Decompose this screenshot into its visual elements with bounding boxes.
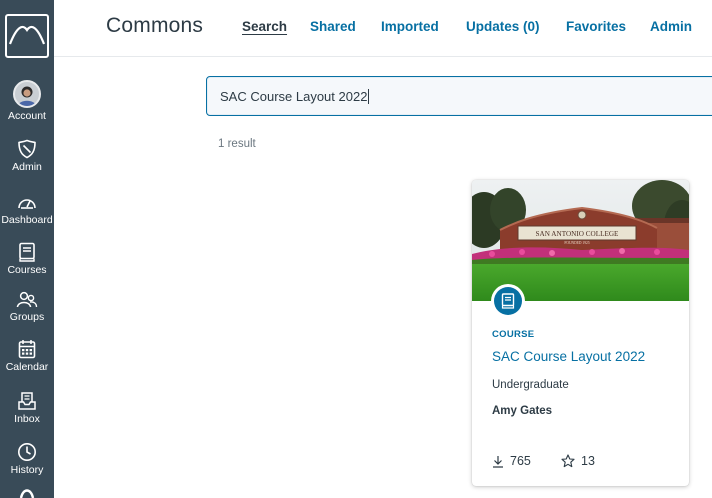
resource-title-link[interactable]: SAC Course Layout 2022 (492, 349, 645, 364)
app-title: Commons (106, 14, 204, 37)
clock-icon (18, 443, 36, 461)
nav-courses[interactable]: Courses (0, 242, 54, 276)
avatar (13, 80, 41, 108)
dashboard-icon (18, 199, 36, 209)
logo[interactable] (5, 14, 49, 58)
course-thumbnail[interactable]: SAN ANTONIO COLLEGE FOUNDED 1925 (472, 180, 689, 301)
download-icon (493, 455, 503, 468)
search-input-value: SAC Course Layout 2022 (220, 89, 370, 104)
sign-text: SAN ANTONIO COLLEGE (536, 230, 620, 238)
download-count-value: 765 (510, 454, 531, 468)
tab-updates[interactable]: Updates (0) (466, 19, 540, 34)
nav-label: Courses (7, 264, 47, 276)
favorite-count-value: 13 (581, 454, 595, 468)
header: Commons Search Shared Imported Updates (… (54, 0, 712, 57)
resource-type: COURSE (492, 329, 535, 340)
inbox-icon (18, 392, 36, 410)
nav-label: Account (8, 110, 46, 122)
tab-shared[interactable]: Shared (310, 19, 356, 34)
download-count: 765 (492, 454, 531, 468)
text-caret (368, 89, 370, 104)
more-icon (19, 489, 35, 498)
nav-label: Calendar (5, 361, 49, 373)
favorite-count[interactable]: 13 (561, 454, 595, 468)
sign-subtext: FOUNDED 1925 (564, 241, 589, 245)
nav-more[interactable] (0, 486, 54, 498)
resource-subtitle: Undergraduate (492, 379, 569, 391)
calendar-icon (18, 340, 36, 359)
nav-admin[interactable]: Admin (0, 139, 54, 173)
results-count: 1 result (218, 138, 256, 150)
global-nav: Account Admin Dashboard Courses Groups C… (0, 0, 54, 498)
course-badge (491, 284, 525, 318)
nav-history[interactable]: History (0, 442, 54, 476)
nav-inbox[interactable]: Inbox (0, 391, 54, 425)
nav-label: Inbox (14, 413, 40, 425)
shield-icon (18, 139, 36, 159)
nav-label: Admin (12, 161, 42, 173)
college-sign-image: SAN ANTONIO COLLEGE FOUNDED 1925 (472, 180, 689, 301)
result-card[interactable]: SAN ANTONIO COLLEGE FOUNDED 1925 COURSE … (472, 180, 689, 486)
book-icon (501, 293, 515, 309)
nav-label: Dashboard (1, 214, 53, 226)
nav-label: Groups (9, 311, 45, 323)
nav-groups[interactable]: Groups (0, 291, 54, 323)
book-icon (19, 242, 35, 262)
tab-favorites[interactable]: Favorites (566, 19, 626, 34)
nav-dashboard[interactable]: Dashboard (0, 194, 54, 226)
nav-calendar[interactable]: Calendar (0, 339, 54, 373)
nav-label: History (10, 464, 44, 476)
nav-account[interactable]: Account (0, 80, 54, 122)
canvas-logo-icon (5, 14, 49, 58)
tab-imported[interactable]: Imported (381, 19, 439, 34)
tab-admin[interactable]: Admin (650, 19, 692, 34)
tab-search[interactable]: Search (242, 19, 287, 34)
search-input[interactable]: SAC Course Layout 2022 (206, 76, 712, 116)
groups-icon (16, 291, 38, 308)
resource-author: Amy Gates (492, 405, 553, 417)
star-icon (561, 454, 575, 468)
